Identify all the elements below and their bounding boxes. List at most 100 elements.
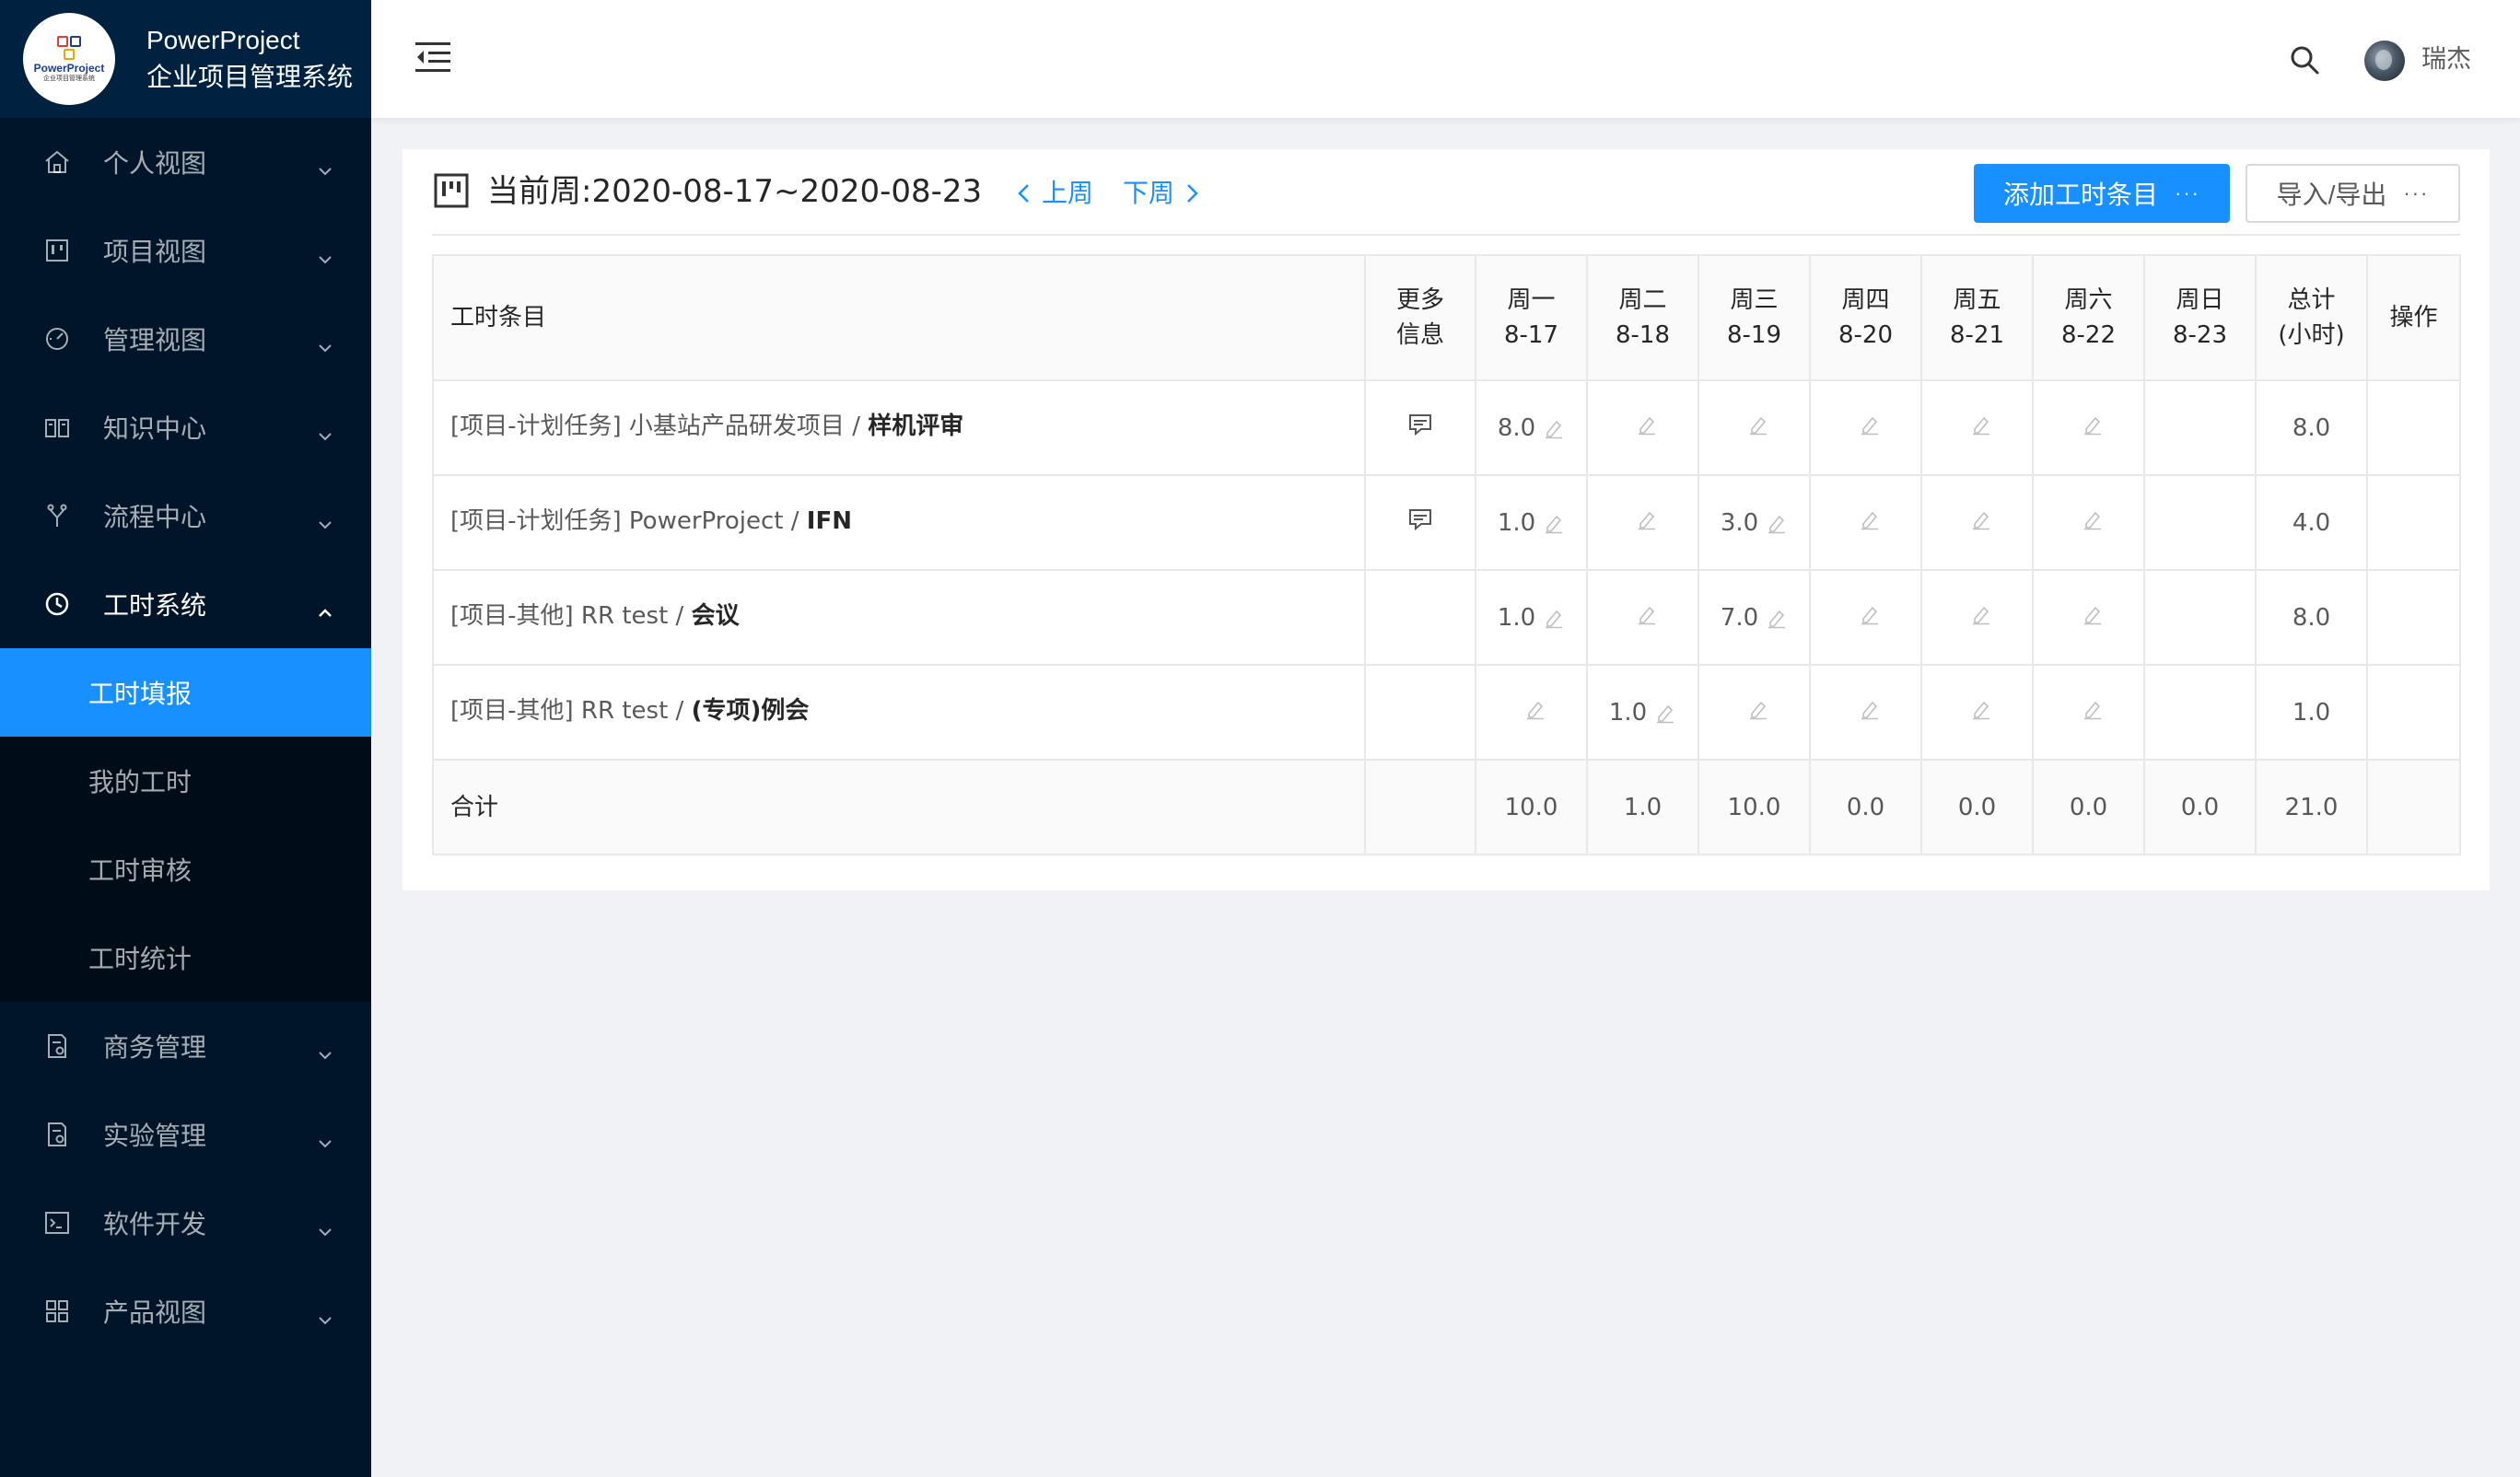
day-cell[interactable] bbox=[1698, 379, 1811, 476]
sidebar-item[interactable]: 工时系统 bbox=[0, 560, 371, 648]
day-cell[interactable] bbox=[1698, 664, 1811, 761]
avatar[interactable] bbox=[2364, 41, 2405, 81]
comment-icon[interactable] bbox=[1406, 412, 1435, 437]
day-total: 0.0 bbox=[1920, 759, 2034, 855]
prev-week-link[interactable]: 上周 bbox=[1016, 175, 1093, 212]
edit-icon[interactable] bbox=[1636, 603, 1658, 625]
edit-icon[interactable] bbox=[1543, 607, 1565, 629]
entry-cell[interactable]: [项目-计划任务] PowerProject / IFN bbox=[432, 474, 1366, 571]
top-header: 瑞杰 bbox=[371, 0, 2520, 118]
import-export-button[interactable]: 导入/导出 ··· bbox=[2246, 164, 2460, 223]
next-week-link[interactable]: 下周 bbox=[1123, 175, 1200, 212]
timesheet-table: 工时条目 更多 信息 周一 8-17 周二 8-18 周三 8-19 周四 8-20 周… bbox=[432, 254, 2461, 855]
edit-icon[interactable] bbox=[1859, 413, 1881, 436]
comment-icon[interactable] bbox=[1406, 506, 1435, 532]
entry-cell[interactable]: [项目-其他] RR test / 会议 bbox=[432, 569, 1366, 666]
sidebar-item[interactable]: 产品视图 bbox=[0, 1267, 371, 1355]
day-cell[interactable] bbox=[1586, 379, 1699, 476]
menu-fold-icon[interactable] bbox=[415, 41, 450, 74]
day-cell[interactable]: 1.0 bbox=[1475, 474, 1588, 571]
add-entry-label: 添加工时条目 bbox=[2003, 180, 2159, 209]
divider bbox=[432, 234, 2460, 236]
info-cell[interactable] bbox=[1364, 379, 1476, 476]
edit-icon[interactable] bbox=[2082, 603, 2104, 625]
sidebar-item[interactable]: 软件开发 bbox=[0, 1179, 371, 1267]
day-cell[interactable]: 1.0 bbox=[1475, 569, 1588, 666]
sidebar-item-label: 产品视图 bbox=[103, 1297, 207, 1328]
search-icon[interactable] bbox=[2289, 44, 2320, 76]
edit-icon[interactable] bbox=[1636, 508, 1658, 530]
day-total: 0.0 bbox=[2032, 759, 2145, 855]
day-cell[interactable] bbox=[1920, 379, 2034, 476]
day-cell[interactable]: 1.0 bbox=[1586, 664, 1699, 761]
edit-icon[interactable] bbox=[1543, 512, 1565, 534]
day-cell[interactable] bbox=[1920, 474, 2034, 571]
header-info: 更多 信息 bbox=[1364, 254, 1476, 381]
day-cell[interactable] bbox=[1920, 664, 2034, 761]
edit-icon[interactable] bbox=[1766, 607, 1788, 629]
edit-icon[interactable] bbox=[1524, 698, 1546, 720]
day-cell[interactable] bbox=[1809, 569, 1922, 666]
board-icon bbox=[42, 236, 72, 265]
day-cell[interactable] bbox=[1809, 664, 1922, 761]
day-cell[interactable] bbox=[1475, 664, 1588, 761]
current-week-label: 当前周: bbox=[487, 173, 592, 210]
edit-icon[interactable] bbox=[1859, 603, 1881, 625]
info-cell[interactable] bbox=[1364, 474, 1476, 571]
day-cell[interactable]: 7.0 bbox=[1698, 569, 1811, 666]
sidebar-item[interactable]: 实验管理 bbox=[0, 1090, 371, 1179]
chevron-down-icon bbox=[318, 155, 332, 176]
entry-cell[interactable]: [项目-计划任务] 小基站产品研发项目 / 样机评审 bbox=[432, 379, 1366, 476]
entry-cell[interactable]: [项目-其他] RR test / (专项)例会 bbox=[432, 664, 1366, 761]
add-entry-button[interactable]: 添加工时条目 ··· bbox=[1974, 164, 2230, 223]
edit-icon[interactable] bbox=[2082, 508, 2104, 530]
edit-icon[interactable] bbox=[1636, 413, 1658, 436]
logo[interactable]: PowerProject 企业项目管理系统 bbox=[23, 13, 115, 105]
entry-prefix: [项目-计划任务] 小基站产品研发项目 / bbox=[450, 413, 869, 440]
totals-row: 合计 10.0 1.0 10.0 0.0 0.0 0.0 0.0 21.0 bbox=[432, 759, 2461, 855]
day-cell[interactable] bbox=[1920, 569, 2034, 666]
sidebar-item[interactable]: 个人视图 bbox=[0, 118, 371, 206]
sidebar-item[interactable]: 流程中心 bbox=[0, 471, 371, 560]
edit-icon[interactable] bbox=[1970, 603, 1992, 625]
more-icon: ··· bbox=[2175, 181, 2200, 204]
sidebar-item[interactable]: 项目视图 bbox=[0, 206, 371, 295]
logo-subtitle: 企业项目管理系统 bbox=[43, 74, 95, 82]
sidebar-item[interactable]: 管理视图 bbox=[0, 295, 371, 383]
edit-icon[interactable] bbox=[1747, 413, 1769, 436]
day-cell[interactable] bbox=[1809, 474, 1922, 571]
day-cell[interactable] bbox=[2032, 569, 2145, 666]
edit-icon[interactable] bbox=[1747, 698, 1769, 720]
day-cell[interactable] bbox=[1809, 379, 1922, 476]
day-cell[interactable] bbox=[2032, 664, 2145, 761]
table-row: [项目-其他] RR test / 会议 1.0 7.0 8.0 bbox=[432, 569, 2461, 666]
submenu-item[interactable]: 工时填报 bbox=[0, 648, 371, 737]
submenu-item[interactable]: 工时审核 bbox=[0, 825, 371, 913]
edit-icon[interactable] bbox=[1654, 702, 1676, 724]
edit-icon[interactable] bbox=[1970, 413, 1992, 436]
submenu-item[interactable]: 工时统计 bbox=[0, 913, 371, 1002]
sidebar-item[interactable]: 知识中心 bbox=[0, 383, 371, 471]
edit-icon[interactable] bbox=[1543, 417, 1565, 439]
sidebar-item[interactable]: 商务管理 bbox=[0, 1002, 371, 1090]
username[interactable]: 瑞杰 bbox=[2421, 42, 2471, 77]
edit-icon[interactable] bbox=[2082, 698, 2104, 720]
edit-icon[interactable] bbox=[1970, 698, 1992, 720]
edit-icon[interactable] bbox=[1970, 508, 1992, 530]
day-cell[interactable] bbox=[2032, 474, 2145, 571]
submenu-item[interactable]: 我的工时 bbox=[0, 737, 371, 825]
chevron-right-icon bbox=[1187, 184, 1198, 203]
edit-icon[interactable] bbox=[2082, 413, 2104, 436]
chevron-down-icon bbox=[318, 1127, 332, 1148]
clock-icon bbox=[42, 589, 72, 619]
sidebar-item-label: 知识中心 bbox=[103, 413, 207, 444]
day-cell[interactable] bbox=[1586, 569, 1699, 666]
edit-icon[interactable] bbox=[1766, 512, 1788, 534]
day-cell[interactable] bbox=[2032, 379, 2145, 476]
day-cell[interactable]: 3.0 bbox=[1698, 474, 1811, 571]
edit-icon[interactable] bbox=[1859, 508, 1881, 530]
edit-icon[interactable] bbox=[1859, 698, 1881, 720]
day-cell[interactable]: 8.0 bbox=[1475, 379, 1588, 476]
header-day: 周一 8-17 bbox=[1475, 254, 1588, 381]
day-cell[interactable] bbox=[1586, 474, 1699, 571]
